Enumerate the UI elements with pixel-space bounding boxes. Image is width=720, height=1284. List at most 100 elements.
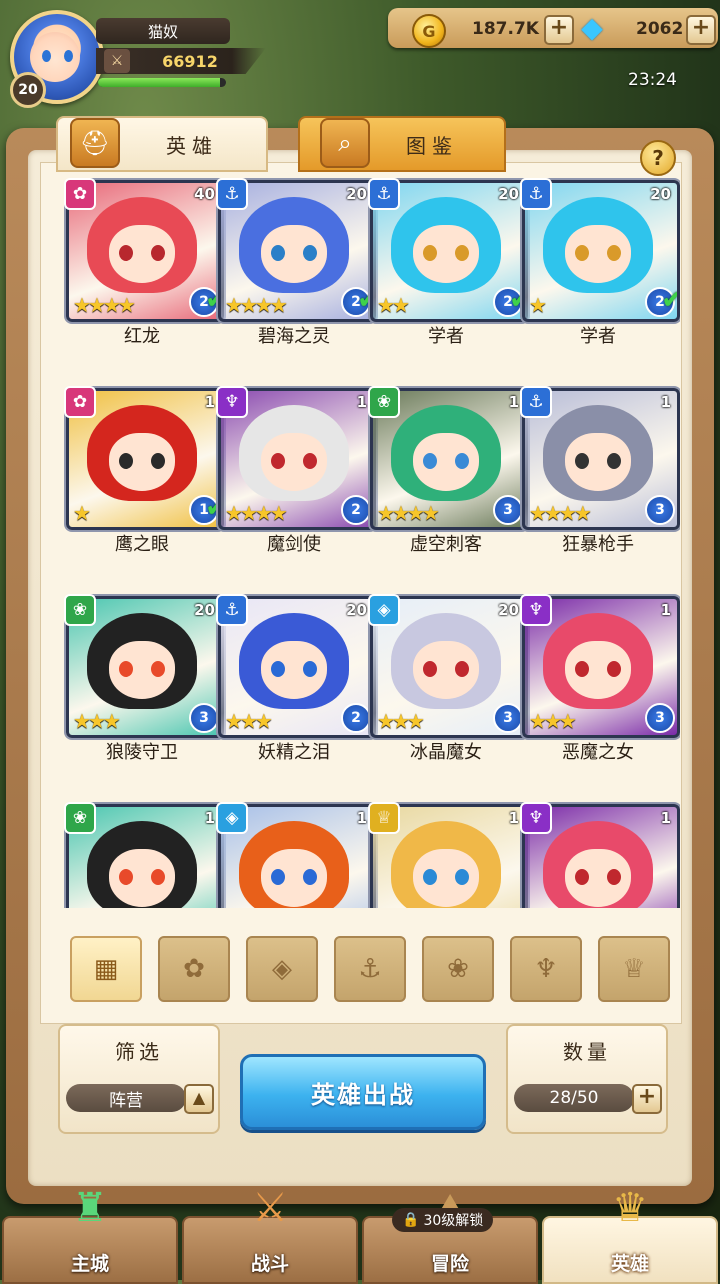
- nav-item-3[interactable]: ♛ 英雄: [542, 1185, 718, 1284]
- hero-eye: [303, 453, 317, 469]
- unlock-level-text: 30级解锁: [423, 1213, 484, 1229]
- magnifier-icon: ⌕: [320, 118, 370, 168]
- add-gems-button[interactable]: +: [686, 15, 716, 45]
- hero-name: 鹰之眼: [115, 534, 169, 555]
- dark-faction-icon: ♆: [520, 594, 552, 626]
- hero-card[interactable]: ★ ★ ★ 20 3 ❀ 狼陵守卫: [64, 594, 224, 772]
- light-faction-icon: ♕: [368, 802, 400, 834]
- xp-fill: [98, 78, 220, 87]
- water-faction-icon: ⚓: [520, 178, 552, 210]
- nav-item-0[interactable]: ♜ 主城: [2, 1185, 178, 1284]
- ice-icon: ◈: [272, 954, 292, 984]
- hero-card[interactable]: ★11✔✿鹰之眼: [64, 386, 224, 564]
- hero-level: 1: [204, 809, 215, 827]
- hero-eye: [271, 661, 285, 677]
- tab-heroes-label: 英雄: [166, 133, 218, 158]
- hero-rank-badge: 2: [341, 703, 371, 733]
- hero-stars: ★ ★ ★ ★: [225, 503, 288, 523]
- hero-eye: [303, 245, 317, 261]
- nav-label: 冒险: [430, 1253, 469, 1275]
- hero-eye: [455, 661, 469, 677]
- hero-name: 学者: [580, 326, 616, 347]
- hero-card[interactable]: ★ ★ ★ ★ 1 3 ⚓ 狂暴枪手: [520, 386, 680, 564]
- dark-faction-icon: ♆: [216, 386, 248, 418]
- nav-item-2[interactable]: ⛰🔒30级解锁冒险: [362, 1185, 538, 1284]
- light-icon: ♕: [622, 954, 646, 984]
- hero-card[interactable]: ★ ★ ★ ★ 1 3 ❀ 虚空刺客: [368, 386, 528, 564]
- hero-card[interactable]: 1 ◈: [216, 802, 376, 908]
- hero-name: 恶魔之女: [562, 742, 634, 763]
- hero-count: 28/50: [514, 1084, 634, 1112]
- hero-name: 狼陵守卫: [106, 742, 178, 763]
- lock-icon: 🔒: [402, 1212, 420, 1228]
- hero-level: 1: [356, 393, 367, 411]
- hero-eye: [303, 869, 317, 885]
- avatar-eye-right: [64, 50, 73, 62]
- hero-eye: [455, 453, 469, 469]
- nav-label: 战斗: [250, 1253, 289, 1275]
- hero-level: 20: [650, 185, 671, 203]
- water-faction-icon: ⚓: [216, 178, 248, 210]
- hero-card[interactable]: 1 ♆: [520, 802, 680, 908]
- help-icon[interactable]: ?: [640, 140, 676, 176]
- expand-capacity-button[interactable]: +: [632, 1084, 662, 1114]
- filter-all-button[interactable]: ▦: [70, 936, 142, 1002]
- filter-nature-button[interactable]: ❀: [422, 936, 494, 1002]
- hero-level: 20: [346, 601, 367, 619]
- hero-level: 20: [498, 601, 519, 619]
- hero-card[interactable]: ★ ★ ★ ★ 1 2 ♆ 魔剑使: [216, 386, 376, 564]
- hero-card[interactable]: ★★★★202✔⚓碧海之灵: [216, 178, 376, 356]
- hero-eye: [423, 869, 437, 885]
- add-gold-button[interactable]: +: [544, 15, 574, 45]
- combat-power: 66912: [162, 51, 218, 71]
- hero-card[interactable]: ★★★★402✔✿红龙: [64, 178, 224, 356]
- water-faction-icon: ⚓: [216, 594, 248, 626]
- star-icon: ★: [102, 709, 121, 733]
- hero-rank-badge: 3: [645, 495, 675, 525]
- hero-eye: [455, 245, 469, 261]
- faction-filter-row: ▦ ✿ ◈ ⚓ ❀ ♆ ♕: [70, 936, 670, 1002]
- deploy-heroes-button[interactable]: 英雄出战: [240, 1054, 486, 1130]
- nature-faction-icon: ❀: [64, 594, 96, 626]
- star-icon: ★: [529, 293, 547, 317]
- gold-amount: 187.7K: [472, 19, 539, 39]
- filter-water-button[interactable]: ⚓: [334, 936, 406, 1002]
- nav-label: 英雄: [610, 1253, 649, 1275]
- hero-card[interactable]: ★ ★ ★ 1 3 ♆ 恶魔之女: [520, 594, 680, 772]
- filter-fire-button[interactable]: ✿: [158, 936, 230, 1002]
- filter-dark-button[interactable]: ♆: [510, 936, 582, 1002]
- hero-card[interactable]: 1 ♕: [368, 802, 528, 908]
- hero-eye: [271, 245, 285, 261]
- dark-faction-icon: ♆: [520, 802, 552, 834]
- hero-stars: ★ ★ ★ ★: [529, 503, 592, 523]
- count-title: 数量: [563, 1040, 611, 1064]
- hero-card[interactable]: ★202✔⚓学者: [520, 178, 680, 356]
- star-icon: ★: [254, 709, 273, 733]
- hero-card[interactable]: ★★202✔⚓学者: [368, 178, 528, 356]
- player-name: 猫奴: [96, 18, 230, 44]
- filter-light-button[interactable]: ♕: [598, 936, 670, 1002]
- hero-name: 冰晶魔女: [410, 742, 482, 763]
- nature-faction-icon: ❀: [368, 386, 400, 418]
- hero-eye: [423, 661, 437, 677]
- star-icon: ★: [406, 709, 425, 733]
- hero-rank-badge: 3: [493, 703, 523, 733]
- hero-stars: ★ ★ ★ ★: [73, 295, 136, 315]
- hero-card[interactable]: 1 ❀: [64, 802, 224, 908]
- filter-toggle-button[interactable]: ▲: [184, 1084, 214, 1114]
- hero-card[interactable]: ★ ★ ★ 20 2 ⚓ 妖精之泪: [216, 594, 376, 772]
- nature-icon: ❀: [447, 954, 469, 984]
- crossed-swords-icon: ⚔: [252, 1185, 288, 1231]
- filter-ice-button[interactable]: ◈: [246, 936, 318, 1002]
- hero-card[interactable]: ★ ★ ★ 20 3 ◈ 冰晶魔女: [368, 594, 528, 772]
- hero-eye: [119, 453, 133, 469]
- hero-name: 学者: [428, 326, 464, 347]
- nav-item-1[interactable]: ⚔ 战斗: [182, 1185, 358, 1284]
- hero-level: 1: [660, 601, 671, 619]
- crown-icon: ♛: [612, 1185, 648, 1231]
- nature-faction-icon: ❀: [64, 802, 96, 834]
- hero-eye: [303, 661, 317, 677]
- deployed-check-icon: ✔: [661, 285, 677, 315]
- filter-value[interactable]: 阵营: [66, 1084, 186, 1112]
- hero-eye: [607, 245, 621, 261]
